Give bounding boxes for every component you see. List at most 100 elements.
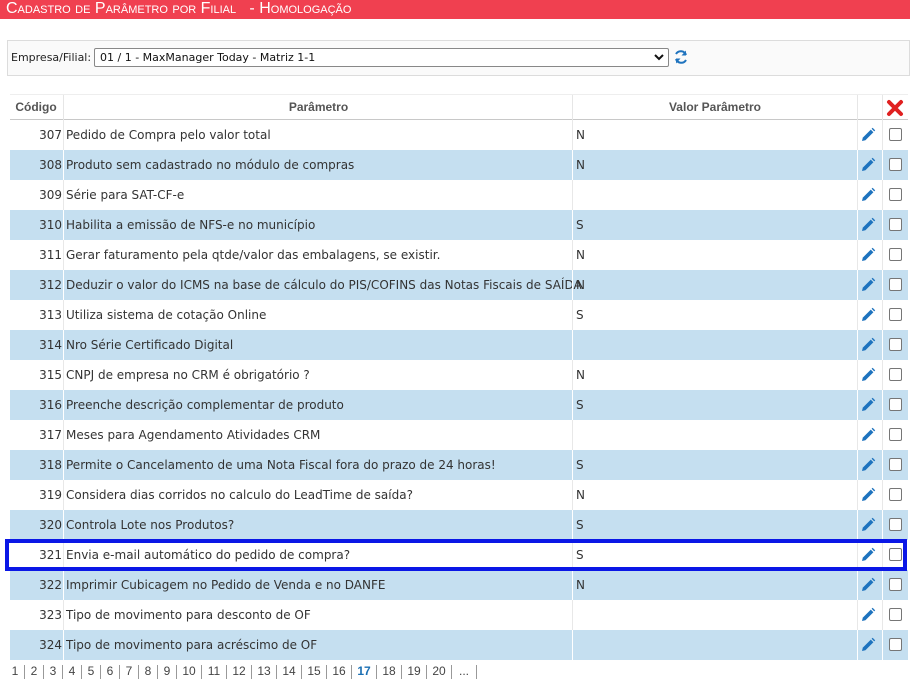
table-row[interactable]: 317 Meses para Agendamento Atividades CR… [10,420,908,450]
row-checkbox[interactable] [889,308,902,321]
pencil-icon[interactable] [860,637,876,653]
page-link[interactable]: 12 [231,661,247,681]
row-code: 324 [39,638,62,652]
table-row[interactable]: 324 Tipo de movimento para acréscimo de … [10,630,908,660]
row-value: S [576,218,584,232]
table-row[interactable]: 316 Preenche descrição complementar de p… [10,390,908,420]
row-checkbox[interactable] [889,368,902,381]
pagination: 1 2 3 4 5 6 7 8 9 10 11 12 13 14 15 16 17 18 19 20... [10,661,481,681]
page-link[interactable]: 8 [143,661,153,681]
row-checkbox[interactable] [889,458,902,471]
row-value [576,180,856,210]
pencil-icon[interactable] [860,157,876,173]
row-code: 322 [39,578,62,592]
row-checkbox[interactable] [889,278,902,291]
row-checkbox[interactable] [889,218,902,231]
pencil-icon[interactable] [860,337,876,353]
empresa-filial-select[interactable]: 01 / 1 - MaxManager Today - Matriz 1-1 [94,48,669,67]
row-checkbox[interactable] [889,488,902,501]
pencil-icon[interactable] [860,187,876,203]
table-row[interactable]: 323 Tipo de movimento para desconto de O… [10,600,908,630]
table-row[interactable]: 310 Habilita a emissão de NFS-e no munic… [10,210,908,240]
table-header: Código Parâmetro Valor Parâmetro [10,94,908,120]
row-checkbox[interactable] [889,128,902,141]
page-link[interactable]: 5 [86,661,96,681]
pencil-icon[interactable] [860,217,876,233]
page-link[interactable]: 9 [162,661,172,681]
table-row[interactable]: 312 Deduzir o valor do ICMS na base de c… [10,270,908,300]
row-value: N [576,248,585,262]
pencil-icon[interactable] [860,427,876,443]
header-code[interactable]: Código [10,95,62,120]
page-link[interactable]: 17 [356,661,372,681]
table-row[interactable]: 314 Nro Série Certificado Digital [10,330,908,360]
row-checkbox[interactable] [889,518,902,531]
refresh-icon[interactable] [673,49,689,65]
page-link[interactable]: 3 [48,661,58,681]
row-value: S [576,458,584,472]
header-value[interactable]: Valor Parâmetro [573,95,857,120]
pencil-icon[interactable] [860,247,876,263]
page-link[interactable]: 20 [431,661,447,681]
page-link[interactable]: 14 [281,661,297,681]
page-link[interactable]: 13 [256,661,272,681]
table-row[interactable]: 308 Produto sem cadastrado no módulo de … [10,150,908,180]
row-code: 317 [39,428,62,442]
row-checkbox[interactable] [889,578,902,591]
row-checkbox[interactable] [889,158,902,171]
row-code: 309 [39,188,62,202]
pencil-icon[interactable] [860,367,876,383]
row-param: Produto sem cadastrado no módulo de comp… [66,158,355,172]
row-checkbox[interactable] [889,398,902,411]
page-link[interactable]: 16 [331,661,347,681]
page-link[interactable]: 15 [306,661,322,681]
row-checkbox[interactable] [889,638,902,651]
pencil-icon[interactable] [860,487,876,503]
pencil-icon[interactable] [860,607,876,623]
row-checkbox[interactable] [889,188,902,201]
table-row[interactable]: 319 Considera dias corridos no calculo d… [10,480,908,510]
page-separator [301,664,302,679]
pencil-icon[interactable] [860,577,876,593]
table-row[interactable]: 311 Gerar faturamento pela qtde/valor da… [10,240,908,270]
row-checkbox[interactable] [889,548,902,561]
page-link[interactable]: 2 [29,661,39,681]
row-param: Tipo de movimento para acréscimo de OF [66,638,318,652]
table-row[interactable]: 315 CNPJ de empresa no CRM é obrigatório… [10,360,908,390]
page-link[interactable]: 4 [67,661,77,681]
page-link[interactable]: 11 [206,661,222,681]
pencil-icon[interactable] [860,457,876,473]
row-checkbox[interactable] [889,248,902,261]
table-row[interactable]: 321 Envia e-mail automático do pedido de… [10,540,908,570]
pencil-icon[interactable] [860,277,876,293]
header-param[interactable]: Parâmetro [66,95,571,120]
row-code: 321 [39,548,62,562]
row-checkbox[interactable] [889,428,902,441]
pencil-icon[interactable] [860,517,876,533]
page-link[interactable]: 18 [381,661,397,681]
table-row[interactable]: 322 Imprimir Cubicagem no Pedido de Vend… [10,570,908,600]
pencil-icon[interactable] [860,547,876,563]
page-link[interactable]: 19 [406,661,422,681]
row-param: Controla Lote nos Produtos? [66,518,235,532]
table-row[interactable]: 320 Controla Lote nos Produtos? S [10,510,908,540]
pencil-icon[interactable] [860,307,876,323]
page-link[interactable]: 10 [181,661,197,681]
table-row[interactable]: 309 Série para SAT-CF-e [10,180,908,210]
table-row[interactable]: 318 Permite o Cancelamento de uma Nota F… [10,450,908,480]
filter-label: Empresa/Filial: [11,51,92,64]
row-checkbox[interactable] [889,608,902,621]
page-link[interactable]: 7 [124,661,134,681]
page-link[interactable]: ... [456,661,472,681]
page-link[interactable]: 6 [105,661,115,681]
row-code: 308 [39,158,62,172]
row-checkbox[interactable] [889,338,902,351]
table-row[interactable]: 307 Pedido de Compra pelo valor total N [10,120,908,150]
page-separator [401,664,402,679]
page-link[interactable]: 1 [10,661,20,681]
table-row[interactable]: 313 Utiliza sistema de cotação Online S [10,300,908,330]
close-icon[interactable] [886,99,904,117]
pencil-icon[interactable] [860,127,876,143]
pencil-icon[interactable] [860,397,876,413]
page-separator [62,664,63,679]
